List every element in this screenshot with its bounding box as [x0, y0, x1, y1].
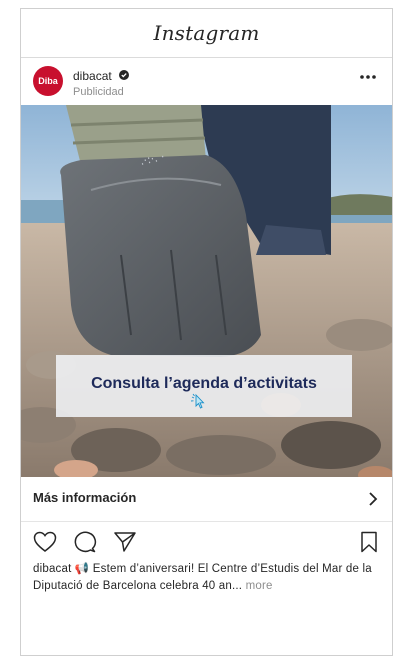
cta-banner-button[interactable]: Consulta l’agenda d’activitats: [56, 355, 352, 417]
cta-banner-text: Consulta l’agenda d’activitats: [91, 375, 317, 392]
sponsored-label: Publicidad: [73, 86, 124, 99]
more-info-label: Más información: [33, 490, 137, 505]
username-block: dibacat Publicidad: [73, 67, 130, 99]
more-info-link[interactable]: Más información: [21, 477, 392, 522]
instagram-logo: Instagram: [153, 21, 260, 45]
username-link[interactable]: dibacat: [73, 69, 112, 83]
avatar[interactable]: Diba: [33, 66, 63, 96]
post-actions: [21, 525, 392, 561]
post-caption: dibacat 📢 Estem d’aniversari! El Centre …: [33, 561, 383, 595]
verified-badge-icon: [119, 67, 130, 85]
caption-username[interactable]: dibacat: [33, 563, 71, 575]
bookmark-save-icon[interactable]: [360, 531, 378, 558]
caption-more-link[interactable]: more: [246, 580, 273, 592]
app-header: Instagram: [21, 9, 392, 58]
comment-bubble-icon[interactable]: [73, 531, 97, 558]
like-heart-icon[interactable]: [33, 531, 57, 558]
post-profile-row: Diba dibacat Publicidad: [21, 57, 392, 103]
more-options-icon[interactable]: [358, 69, 378, 85]
post-media-image[interactable]: .·:·. · Consulta l’agenda d’activitats: [21, 105, 392, 477]
instagram-post-frame: Instagram Diba dibacat Publicidad .·:·. …: [20, 8, 393, 656]
caption-text: 📢 Estem d’aniversari! El Centre d’Estudi…: [33, 563, 372, 592]
share-send-icon[interactable]: [113, 531, 137, 558]
chevron-right-icon: [368, 492, 378, 511]
cursor-click-icon: [189, 393, 209, 414]
